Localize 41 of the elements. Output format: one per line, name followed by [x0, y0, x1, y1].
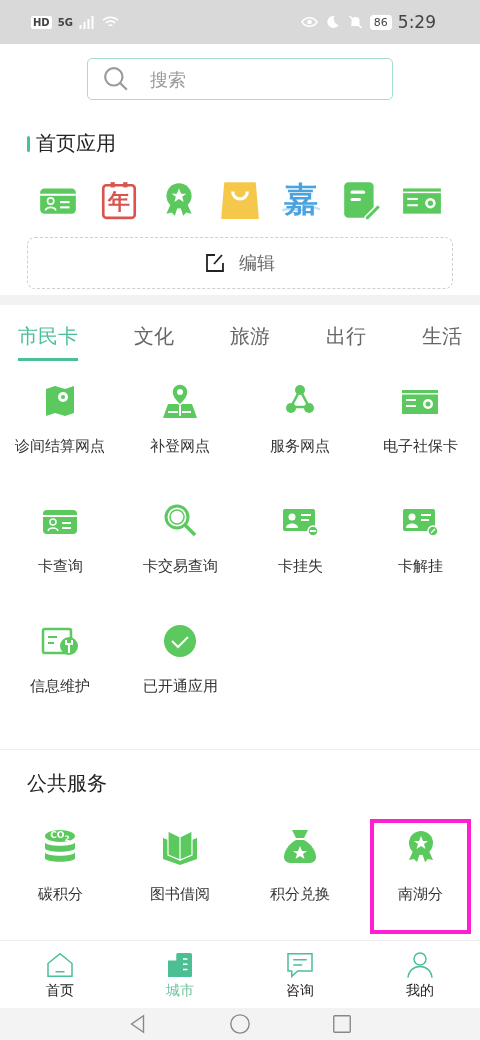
battery-indicator: 86	[369, 14, 392, 30]
service-label[interactable]: 卡交易查询	[142, 557, 218, 576]
home-button-icon[interactable]	[229, 1013, 251, 1035]
service-label[interactable]: 卡查询	[37, 557, 83, 576]
tab[interactable]: 出行	[326, 321, 366, 361]
network-label: 5G	[57, 16, 73, 28]
person-icon	[405, 949, 435, 980]
edit-button[interactable]: 编辑	[27, 237, 453, 289]
eye-icon	[300, 15, 318, 29]
tab[interactable]: 旅游	[230, 321, 270, 361]
service-label[interactable]: 卡解挂	[397, 557, 443, 576]
service-label[interactable]: 已开通应用	[142, 677, 218, 696]
signal-icon	[78, 15, 96, 29]
shopping-bag-icon[interactable]	[218, 179, 261, 221]
section-title: 首页应用	[36, 130, 116, 157]
service-label[interactable]: 服务网点	[270, 437, 330, 456]
nav-tab[interactable]: 我的	[380, 948, 460, 1001]
search-icon	[103, 66, 129, 92]
recents-icon[interactable]	[331, 1013, 353, 1035]
bell-off-icon	[346, 15, 364, 29]
service-label[interactable]: 诊间结算网点	[15, 437, 105, 456]
service-label[interactable]: 积分兑换	[270, 885, 330, 904]
wifi-icon	[101, 15, 119, 29]
service-label[interactable]: 碳积分	[37, 885, 83, 904]
search-field[interactable]: 搜索	[87, 58, 393, 100]
tab[interactable]: 文化	[134, 321, 174, 361]
map-pin-icon[interactable]	[160, 381, 200, 421]
service-label[interactable]: 信息维护	[30, 677, 90, 696]
hd-badge: HD	[31, 15, 52, 29]
service-label[interactable]: 补登网点	[150, 437, 210, 456]
tab[interactable]: 生活	[422, 321, 462, 361]
section-title: 公共服务	[26, 770, 108, 797]
nav-tab[interactable]: 咨询	[260, 948, 340, 1001]
service-label[interactable]: 电子社保卡	[382, 437, 458, 456]
service-label[interactable]: 图书借阅	[150, 885, 210, 904]
clock: 5:29	[397, 12, 436, 32]
edit-icon	[205, 253, 225, 273]
service-label[interactable]: 南湖分	[398, 885, 443, 904]
nav-tab[interactable]: 首页	[20, 948, 100, 1001]
title-accent	[27, 135, 30, 152]
service-label[interactable]: 卡挂失	[277, 557, 323, 576]
